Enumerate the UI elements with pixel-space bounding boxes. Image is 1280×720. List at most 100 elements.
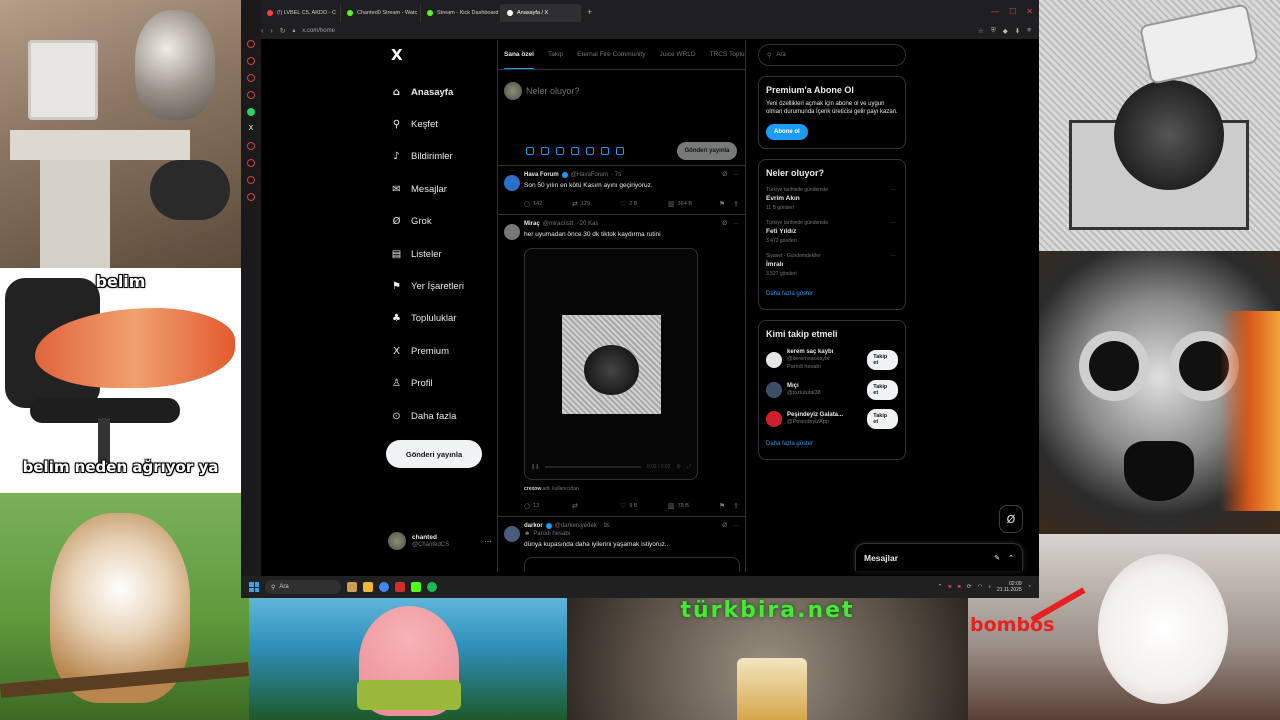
back-icon[interactable]: ‹	[261, 28, 263, 35]
emoji-icon[interactable]	[586, 147, 594, 155]
taskbar-app-icon[interactable]	[347, 582, 357, 592]
x-logo-icon[interactable]: X	[391, 46, 496, 64]
views-button[interactable]: ▥ 78 B	[668, 502, 716, 510]
trend-item[interactable]: Türkiye tarihinde gündemde Evrim Akın 11 B…	[766, 187, 898, 211]
tweet[interactable]: darkor @darkersyedek · 9s Ø ··· ☻ Parodi h…	[498, 517, 745, 572]
tweet-author[interactable]: Miraç	[524, 221, 540, 227]
nav-item-grok[interactable]: Ø Grok	[386, 206, 496, 238]
sidebar-icon-1[interactable]	[247, 40, 255, 48]
nav-item-notifications[interactable]: ♪ Bildirimler	[386, 141, 496, 173]
views-button[interactable]: ▥ 364 B	[668, 200, 716, 208]
maximize-icon[interactable]: ☐	[1009, 7, 1016, 16]
image-icon[interactable]	[526, 147, 534, 155]
menu-icon[interactable]: ≡	[1027, 27, 1031, 35]
search-input[interactable]: ⚲ Ara	[758, 44, 906, 66]
nav-item-more[interactable]: ⊙ Daha fazla	[386, 400, 496, 432]
avatar[interactable]	[766, 411, 782, 428]
nav-item-bookmarks[interactable]: ⚑ Yer İşaretleri	[386, 270, 496, 302]
follow-button[interactable]: Takip et	[867, 380, 898, 401]
timeline-tab[interactable]: Eternal Fire Community	[577, 40, 645, 69]
nav-item-explore[interactable]: ⚲ Keşfet	[386, 108, 496, 140]
reload-icon[interactable]: ↻	[280, 27, 286, 35]
fullscreen-icon[interactable]: ⤢	[687, 464, 691, 470]
kick-icon[interactable]	[411, 582, 421, 592]
location-icon[interactable]	[616, 147, 624, 155]
avatar[interactable]	[766, 382, 782, 399]
minimize-icon[interactable]: —	[991, 7, 999, 16]
repost-button[interactable]: ⇄ 129	[572, 200, 620, 208]
tray-icon[interactable]: ⟳	[967, 584, 972, 590]
trend-item[interactable]: Türkiye tarihinde gündemde Feti Yıldız 3.4…	[766, 220, 898, 244]
grok-icon[interactable]	[556, 147, 564, 155]
more-icon[interactable]: ···	[484, 537, 492, 546]
share-icon[interactable]: ⇪	[733, 200, 739, 208]
browser-tab[interactable]: (!) LVBEL C5, AKDO - C	[261, 3, 341, 22]
bookmark-icon[interactable]: ⚑	[719, 502, 725, 510]
tweet-author[interactable]: Hava Forum	[524, 172, 559, 178]
more-icon[interactable]: ···	[890, 253, 896, 259]
avatar[interactable]	[504, 224, 520, 241]
repost-button[interactable]: ⇄	[572, 502, 620, 510]
forward-icon[interactable]: ›	[270, 28, 272, 35]
taskbar-search[interactable]: ⚲ Ara	[265, 580, 341, 594]
gif-icon[interactable]	[541, 147, 549, 155]
subscribe-button[interactable]: Abone ol	[766, 124, 808, 141]
expand-icon[interactable]: ⌃	[1008, 554, 1014, 562]
schedule-icon[interactable]	[601, 147, 609, 155]
timeline-tab[interactable]: Takip	[548, 40, 563, 69]
new-tab-button[interactable]: +	[581, 7, 598, 17]
tweet[interactable]: Hava Forum @HavaForum · 7s Ø ··· Son 50 y…	[498, 166, 745, 216]
grok-icon[interactable]: Ø	[722, 523, 727, 529]
bookmark-icon[interactable]: ☆	[978, 27, 984, 35]
nav-item-home[interactable]: ⌂ Anasayfa	[386, 76, 496, 108]
grok-icon[interactable]: Ø	[722, 221, 727, 227]
tweet[interactable]: Miraç @miracristt · 20 Kas Ø ··· her uyum…	[498, 215, 745, 517]
sidebar-icon-5[interactable]	[247, 142, 255, 150]
spotify-icon[interactable]	[427, 582, 437, 592]
sidebar-icon-2[interactable]	[247, 57, 255, 65]
nav-item-messages[interactable]: ✉ Mesajlar	[386, 173, 496, 205]
grok-floating-button[interactable]: Ø	[999, 505, 1023, 533]
tray-icon[interactable]: ■	[958, 584, 961, 590]
chevron-up-icon[interactable]: ⌃	[938, 584, 943, 590]
opera-icon[interactable]	[395, 582, 405, 592]
whatsapp-icon[interactable]	[247, 108, 255, 116]
wifi-icon[interactable]: ◠	[977, 584, 982, 590]
x-icon[interactable]: X	[249, 125, 254, 133]
nav-item-lists[interactable]: ▤ Listeler	[386, 238, 496, 270]
like-button[interactable]: ♡ 9 B	[620, 502, 668, 510]
follow-button[interactable]: Takip et	[867, 409, 898, 430]
browser-tab[interactable]: Anasayfa / X	[501, 3, 581, 22]
like-button[interactable]: ♡ 2 B	[620, 200, 668, 208]
settings-icon[interactable]: ⚙	[677, 464, 681, 470]
notification-icon[interactable]: ◔	[1028, 584, 1031, 590]
browser-tab[interactable]: Stream - Kick Dashboard	[421, 3, 501, 22]
post-button[interactable]: Gönderi yayınla	[386, 440, 482, 468]
trends-show-more[interactable]: Daha fazla göster	[766, 291, 898, 297]
shield-icon[interactable]: ⛨	[991, 27, 996, 35]
extension-icon[interactable]: ◆	[1003, 27, 1008, 35]
composer-post-button[interactable]: Gönderi yayınla	[677, 142, 737, 160]
suggestion-name[interactable]: Peşindeyiz Galata...	[787, 411, 862, 419]
reply-button[interactable]: ○ 142	[524, 200, 572, 208]
trend-item[interactable]: Siyaset · Gündemdekiler İmralı 3.527 gönde…	[766, 253, 898, 277]
messages-drawer[interactable]: Mesajlar ✎ ⌃	[855, 543, 1023, 571]
nav-item-premium[interactable]: X Premium	[386, 335, 496, 367]
account-switcher[interactable]: chanted @ChantedCS ···	[388, 532, 492, 550]
bookmark-icon[interactable]: ⚑	[719, 200, 725, 208]
poll-icon[interactable]	[571, 147, 579, 155]
avatar[interactable]	[766, 351, 782, 368]
close-icon[interactable]: ✕	[1026, 7, 1033, 16]
tray-icon[interactable]: ■	[948, 584, 951, 590]
avatar[interactable]	[504, 525, 520, 542]
chrome-icon[interactable]	[379, 582, 389, 592]
tweet-author[interactable]: darkor	[524, 523, 543, 529]
volume-icon[interactable]: ♪	[988, 584, 991, 590]
reply-button[interactable]: ○ 13	[524, 502, 572, 510]
sidebar-icon-4[interactable]	[247, 91, 255, 99]
compose-message-icon[interactable]: ✎	[994, 554, 1000, 562]
nav-item-communities[interactable]: ♣ Topluluklar	[386, 303, 496, 335]
who-show-more[interactable]: Daha fazla göster	[766, 441, 898, 447]
more-icon[interactable]: ···	[733, 172, 739, 178]
avatar[interactable]	[504, 175, 520, 191]
